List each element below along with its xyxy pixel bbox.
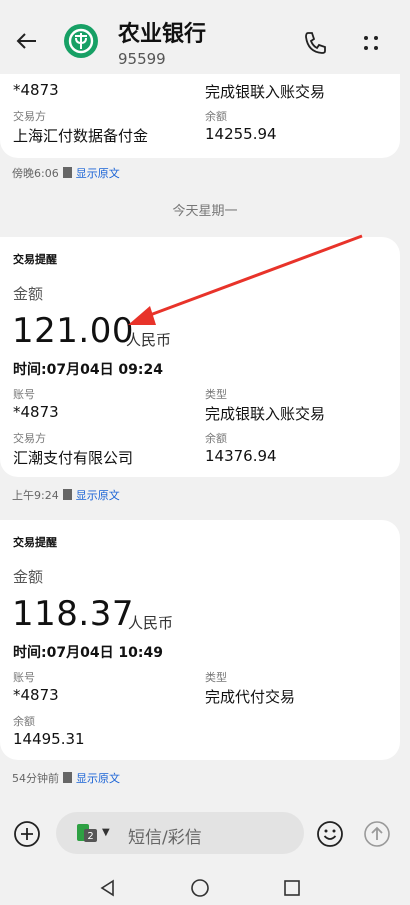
document-icon	[63, 772, 72, 783]
type-value: 完成银联入账交易	[205, 83, 326, 101]
payer-value: 上海汇付数据备付金	[13, 127, 149, 145]
show-original-link[interactable]: 显示原文	[76, 772, 120, 785]
day-divider: 今天星期一	[172, 204, 238, 219]
currency-unit: 人民币	[126, 331, 172, 349]
compose-bar: 2 ▼ 短信/彩信	[0, 800, 410, 868]
sim-number: 2	[87, 831, 93, 842]
amount-label: 金额	[13, 285, 44, 303]
add-attachment-icon[interactable]	[12, 819, 42, 849]
nav-home-icon[interactable]	[190, 878, 210, 898]
amount-value: 121.00	[12, 311, 134, 351]
bank-logo-icon	[64, 24, 98, 58]
payer-label: 交易方	[13, 110, 46, 123]
input-placeholder: 短信/彩信	[128, 828, 202, 848]
account-label: 账号	[13, 671, 35, 684]
system-navigation-bar	[0, 868, 410, 905]
message-meta: 上午9:24 显示原文	[12, 487, 120, 503]
account-value: *4873	[13, 403, 59, 421]
balance-label: 余额	[205, 432, 227, 445]
message-card: 交易提醒 金额 118.37 人民币 时间:07月04日 10:49 账号 类型…	[0, 520, 400, 760]
payer-label: 交易方	[13, 432, 46, 445]
account-value: *4873	[13, 81, 59, 99]
message-time: 傍晚6:06	[12, 167, 59, 180]
currency-unit: 人民币	[128, 614, 174, 632]
balance-value: 14255.94	[205, 125, 277, 143]
emoji-icon[interactable]	[315, 819, 345, 849]
message-title: 交易提醒	[13, 253, 57, 266]
nav-back-icon[interactable]	[98, 878, 118, 898]
balance-label: 余额	[13, 715, 35, 728]
message-meta: 54分钟前 显示原文	[12, 770, 120, 786]
balance-value: 14376.94	[205, 447, 277, 465]
document-icon	[62, 489, 72, 500]
back-arrow-icon[interactable]	[12, 26, 42, 56]
message-card: 交易提醒 金额 121.00 人民币 时间:07月04日 09:24 账号 类型…	[0, 237, 400, 477]
sim-card-icon[interactable]: 2	[76, 823, 98, 843]
message-time: 54分钟前	[12, 772, 59, 785]
message-time: 上午9:24	[12, 489, 59, 502]
transaction-time: 时间:07月04日 10:49	[13, 645, 164, 661]
conversation-header: 农业银行 95599	[0, 0, 410, 74]
amount-value: 118.37	[12, 594, 134, 634]
message-meta: 傍晚6:06 显示原文	[12, 165, 120, 181]
type-label: 类型	[205, 671, 227, 684]
document-icon	[62, 167, 72, 178]
balance-label: 余额	[205, 110, 227, 123]
sim-dropdown-icon[interactable]: ▼	[102, 827, 110, 838]
show-original-link[interactable]: 显示原文	[76, 167, 120, 180]
type-label: 类型	[205, 388, 227, 401]
more-menu-icon[interactable]	[356, 28, 386, 58]
type-value: 完成代付交易	[205, 688, 296, 706]
send-icon[interactable]	[362, 819, 392, 849]
phone-call-icon[interactable]	[300, 28, 330, 58]
contact-name: 农业银行	[118, 22, 207, 47]
account-label: 账号	[13, 388, 35, 401]
amount-label: 金额	[13, 568, 44, 586]
payer-value: 汇潮支付有限公司	[13, 449, 134, 467]
balance-value: 14495.31	[13, 730, 85, 748]
message-title: 交易提醒	[13, 536, 57, 549]
show-original-link[interactable]: 显示原文	[76, 489, 120, 502]
nav-recent-apps-icon[interactable]	[282, 878, 302, 898]
transaction-time: 时间:07月04日 09:24	[13, 362, 164, 378]
contact-number: 95599	[118, 50, 166, 68]
message-input[interactable]: 2 ▼ 短信/彩信	[56, 812, 304, 854]
account-value: *4873	[13, 686, 59, 704]
type-value: 完成银联入账交易	[205, 405, 326, 423]
